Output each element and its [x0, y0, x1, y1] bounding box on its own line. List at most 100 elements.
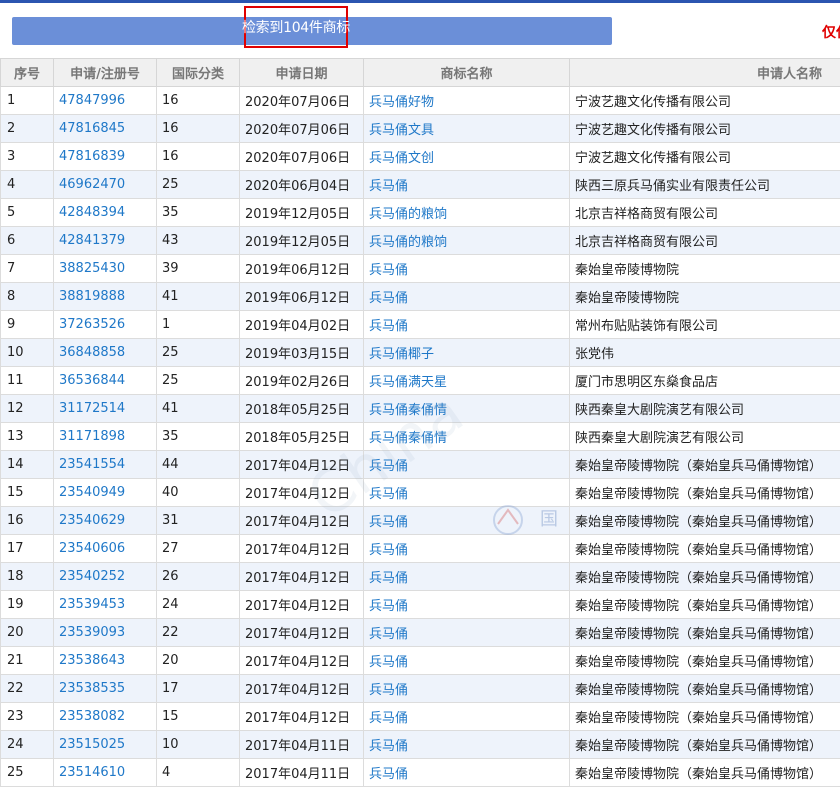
- reg-number-link[interactable]: 23540252: [53, 562, 157, 591]
- reg-number-link[interactable]: 47816845: [53, 114, 157, 143]
- reg-number-link[interactable]: 38825430: [53, 254, 157, 283]
- trademark-name-link[interactable]: 兵马俑好物: [363, 86, 570, 115]
- intl-class: 10: [156, 730, 240, 759]
- intl-class: 16: [156, 142, 240, 171]
- trademark-name-link[interactable]: 兵马俑: [363, 758, 570, 787]
- row-index: 8: [0, 282, 54, 311]
- reg-number-link[interactable]: 42841379: [53, 226, 157, 255]
- intl-class: 35: [156, 198, 240, 227]
- reg-number-link[interactable]: 37263526: [53, 310, 157, 339]
- apply-date: 2017年04月12日: [239, 534, 364, 563]
- reg-number-link[interactable]: 36848858: [53, 338, 157, 367]
- reg-number-link[interactable]: 23540606: [53, 534, 157, 563]
- table-row: 16 23540629 31 2017年04月12日 兵马俑 秦始皇帝陵博物院（秦始皇兵马…: [0, 506, 840, 535]
- reg-number-link[interactable]: 23538082: [53, 702, 157, 731]
- trademark-name-link[interactable]: 兵马俑文具: [363, 114, 570, 143]
- reg-number-link[interactable]: 31172514: [53, 394, 157, 423]
- reg-number-link[interactable]: 23538643: [53, 646, 157, 675]
- applicant-name: 秦始皇帝陵博物院（秦始皇兵马俑博物馆）: [569, 758, 840, 787]
- header-apply-date: 申请日期: [239, 58, 364, 87]
- applicant-name: 秦始皇帝陵博物院（秦始皇兵马俑博物馆）: [569, 450, 840, 479]
- apply-date: 2020年06月04日: [239, 170, 364, 199]
- trademark-name-link[interactable]: 兵马俑: [363, 310, 570, 339]
- intl-class: 43: [156, 226, 240, 255]
- reg-number-link[interactable]: 23514610: [53, 758, 157, 787]
- table-row: 10 36848858 25 2019年03月15日 兵马俑椰子 张党伟: [0, 338, 840, 367]
- apply-date: 2020年07月06日: [239, 86, 364, 115]
- applicant-name: 秦始皇帝陵博物院（秦始皇兵马俑博物馆）: [569, 562, 840, 591]
- applicant-name: 秦始皇帝陵博物院（秦始皇兵马俑博物馆）: [569, 674, 840, 703]
- apply-date: 2017年04月12日: [239, 702, 364, 731]
- trademark-name-link[interactable]: 兵马俑: [363, 730, 570, 759]
- table-row: 12 31172514 41 2018年05月25日 兵马俑秦俑情 陕西秦皇大剧院演艺有限…: [0, 394, 840, 423]
- apply-date: 2017年04月11日: [239, 730, 364, 759]
- reg-number-link[interactable]: 46962470: [53, 170, 157, 199]
- table-row: 5 42848394 35 2019年12月05日 兵马俑的粮饷 北京吉祥格商贸有限公司: [0, 198, 840, 227]
- trademark-name-link[interactable]: 兵马俑: [363, 478, 570, 507]
- reg-number-link[interactable]: 38819888: [53, 282, 157, 311]
- row-index: 13: [0, 422, 54, 451]
- applicant-name: 秦始皇帝陵博物院（秦始皇兵马俑博物馆）: [569, 506, 840, 535]
- apply-date: 2017年04月12日: [239, 450, 364, 479]
- trademark-name-link[interactable]: 兵马俑: [363, 282, 570, 311]
- trademark-name-link[interactable]: 兵马俑: [363, 170, 570, 199]
- header-reg-number: 申请/注册号: [53, 58, 157, 87]
- table-row: 1 47847996 16 2020年07月06日 兵马俑好物 宁波艺趣文化传播有限公司: [0, 86, 840, 115]
- row-index: 7: [0, 254, 54, 283]
- reg-number-link[interactable]: 23515025: [53, 730, 157, 759]
- reg-number-link[interactable]: 23540629: [53, 506, 157, 535]
- trademark-name-link[interactable]: 兵马俑: [363, 646, 570, 675]
- intl-class: 17: [156, 674, 240, 703]
- apply-date: 2020年07月06日: [239, 142, 364, 171]
- applicant-name: 厦门市思明区东燊食品店: [569, 366, 840, 395]
- trademark-name-link[interactable]: 兵马俑: [363, 702, 570, 731]
- intl-class: 16: [156, 86, 240, 115]
- trademark-name-link[interactable]: 兵马俑秦俑情: [363, 422, 570, 451]
- trademark-name-link[interactable]: 兵马俑: [363, 590, 570, 619]
- reg-number-link[interactable]: 47816839: [53, 142, 157, 171]
- trademark-name-link[interactable]: 兵马俑: [363, 562, 570, 591]
- row-index: 12: [0, 394, 54, 423]
- reg-number-link[interactable]: 31171898: [53, 422, 157, 451]
- trademark-name-link[interactable]: 兵马俑满天星: [363, 366, 570, 395]
- trademark-name-link[interactable]: 兵马俑: [363, 618, 570, 647]
- reg-number-link[interactable]: 42848394: [53, 198, 157, 227]
- applicant-name: 宁波艺趣文化传播有限公司: [569, 142, 840, 171]
- apply-date: 2019年03月15日: [239, 338, 364, 367]
- row-index: 21: [0, 646, 54, 675]
- trademark-name-link[interactable]: 兵马俑: [363, 534, 570, 563]
- apply-date: 2019年06月12日: [239, 282, 364, 311]
- trademark-name-link[interactable]: 兵马俑的粮饷: [363, 198, 570, 227]
- trademark-name-link[interactable]: 兵马俑文创: [363, 142, 570, 171]
- reg-number-link[interactable]: 23540949: [53, 478, 157, 507]
- trademark-name-link[interactable]: 兵马俑: [363, 450, 570, 479]
- reg-number-link[interactable]: 23541554: [53, 450, 157, 479]
- applicant-name: 秦始皇帝陵博物院: [569, 282, 840, 311]
- table-row: 2 47816845 16 2020年07月06日 兵马俑文具 宁波艺趣文化传播有限公司: [0, 114, 840, 143]
- trademark-name-link[interactable]: 兵马俑秦俑情: [363, 394, 570, 423]
- reg-number-link[interactable]: 47847996: [53, 86, 157, 115]
- trademark-name-link[interactable]: 兵马俑: [363, 254, 570, 283]
- apply-date: 2017年04月12日: [239, 562, 364, 591]
- reg-number-link[interactable]: 23538535: [53, 674, 157, 703]
- row-index: 1: [0, 86, 54, 115]
- apply-date: 2020年07月06日: [239, 114, 364, 143]
- apply-date: 2017年04月12日: [239, 590, 364, 619]
- row-index: 18: [0, 562, 54, 591]
- intl-class: 16: [156, 114, 240, 143]
- trademark-name-link[interactable]: 兵马俑的粮饷: [363, 226, 570, 255]
- header-applicant: 申请人名称: [569, 58, 840, 87]
- applicant-name: 北京吉祥格商贸有限公司: [569, 226, 840, 255]
- trademark-name-link[interactable]: 兵马俑椰子: [363, 338, 570, 367]
- row-index: 24: [0, 730, 54, 759]
- reg-number-link[interactable]: 23539453: [53, 590, 157, 619]
- apply-date: 2017年04月12日: [239, 506, 364, 535]
- reg-number-link[interactable]: 23539093: [53, 618, 157, 647]
- applicant-name: 秦始皇帝陵博物院（秦始皇兵马俑博物馆）: [569, 618, 840, 647]
- trademark-name-link[interactable]: 兵马俑: [363, 674, 570, 703]
- applicant-name: 秦始皇帝陵博物院（秦始皇兵马俑博物馆）: [569, 478, 840, 507]
- trademark-name-link[interactable]: 兵马俑: [363, 506, 570, 535]
- row-index: 9: [0, 310, 54, 339]
- header-index: 序号: [0, 58, 54, 87]
- reg-number-link[interactable]: 36536844: [53, 366, 157, 395]
